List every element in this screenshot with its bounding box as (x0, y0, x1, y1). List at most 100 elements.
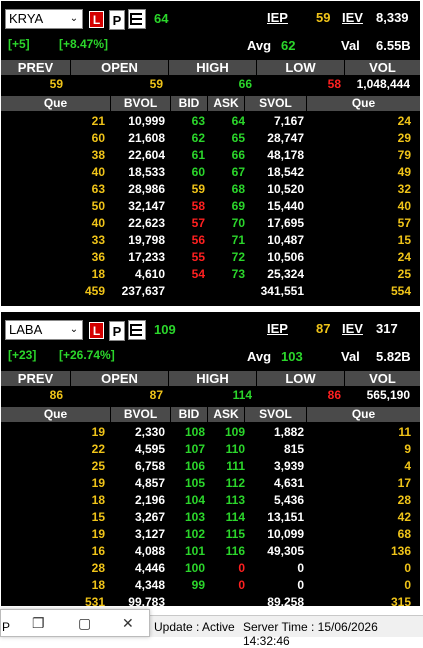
last-price: 109 (154, 322, 176, 337)
symbol-select[interactable]: LABA ⌄ (5, 320, 83, 340)
orderbook-row[interactable]: 18 2,196 104 113 5,436 28 (1, 492, 420, 509)
bid-cell: 60 (191, 165, 205, 179)
que-bid-cell: 28 (91, 561, 105, 575)
svol-cell: 1,882 (273, 425, 304, 439)
que-bid-cell: 36 (91, 250, 105, 264)
ask-cell: 114 (225, 510, 245, 524)
ask-cell: 115 (225, 527, 245, 541)
que-bid-cell: 19 (91, 527, 105, 541)
orderbook-row[interactable]: 28 4,446 100 0 0 0 (1, 560, 420, 577)
que-bid-cell: 18 (91, 578, 105, 592)
orderbook-row[interactable]: 60 21,608 62 65 28,747 29 (1, 130, 420, 147)
bvol-cell: 4,610 (134, 267, 165, 281)
status-bar: ❐ ▢ ✕ P Update : Active Server Time : 15… (0, 609, 423, 648)
orderbook-row[interactable]: 40 18,533 60 67 18,542 49 (1, 164, 420, 181)
ask-header: ASK (208, 96, 245, 111)
orderbook-row[interactable]: 33 19,798 56 71 10,487 15 (1, 232, 420, 249)
ask-cell: 66 (231, 148, 245, 162)
high-header: HIGH (169, 371, 257, 386)
que-ask-cell: 136 (390, 544, 411, 558)
orderbook-row[interactable]: 16 4,088 101 116 49,305 136 (1, 543, 420, 560)
taskbar-window-preview[interactable]: ❐ ▢ ✕ (0, 609, 150, 637)
orderbook-header: Que BVOL BID ASK SVOL Que (1, 407, 420, 422)
update-status: Update : Active (154, 620, 235, 634)
low-value: 86 (327, 388, 341, 402)
ask-cell: 70 (231, 216, 245, 230)
l-button[interactable]: L (89, 11, 104, 28)
summary-header: PREV OPEN HIGH LOW VOL (1, 60, 420, 75)
l-button[interactable]: L (89, 322, 104, 339)
close-icon[interactable]: ✕ (122, 615, 134, 632)
ask-cell: 0 (238, 578, 245, 592)
orderbook-icon[interactable] (128, 320, 146, 340)
orderbook-row[interactable]: 36 17,233 55 72 10,506 24 (1, 249, 420, 266)
bid-header: BID (171, 96, 208, 111)
orderbook-row[interactable]: 50 32,147 58 69 15,440 40 (1, 198, 420, 215)
bid-cell: 55 (191, 250, 205, 264)
svol-header: SVOL (245, 96, 307, 111)
orderbook-icon[interactable] (128, 9, 146, 29)
bvol-cell: 3,127 (134, 527, 165, 541)
chevron-down-icon[interactable]: ⌄ (68, 324, 80, 336)
que-bid-header: Que (1, 96, 111, 111)
p-button[interactable]: P (109, 10, 125, 30)
orderbook-row[interactable]: 40 22,623 57 70 17,695 57 (1, 215, 420, 232)
status-prefix: P (2, 620, 11, 634)
ask-cell: 109 (224, 425, 245, 439)
iev-label: IEV (342, 10, 363, 25)
ask-cell: 112 (225, 476, 245, 490)
p-button[interactable]: P (109, 321, 125, 341)
svol-cell: 3,939 (273, 459, 304, 473)
orderbook-row[interactable]: 22 4,595 107 110 815 9 (1, 441, 420, 458)
open-header: OPEN (71, 60, 169, 75)
bvol-cell: 3,267 (134, 510, 165, 524)
open-value: 59 (149, 77, 163, 91)
orderbook-row[interactable]: 19 4,857 105 112 4,631 17 (1, 475, 420, 492)
minimize-icon[interactable]: ▢ (78, 615, 91, 632)
svol-cell: 5,436 (273, 493, 304, 507)
bid-cell: 59 (191, 182, 205, 196)
svol-cell: 10,099 (267, 527, 304, 541)
que-ask-cell: 9 (404, 442, 411, 456)
orderbook-row[interactable]: 63 28,986 59 68 10,520 32 (1, 181, 420, 198)
bid-cell: 58 (191, 199, 205, 213)
que-bid-cell: 25 (91, 459, 105, 473)
restore-icon[interactable]: ❐ (32, 615, 45, 632)
val-label: Val (341, 349, 360, 364)
bid-cell: 62 (191, 131, 205, 145)
prev-value: 59 (49, 77, 63, 91)
orderbook-row[interactable]: 25 6,758 106 111 3,939 4 (1, 458, 420, 475)
ask-cell: 69 (231, 199, 245, 213)
svol-cell: 815 (283, 442, 304, 456)
bvol-cell: 10,999 (128, 114, 165, 128)
totals-row: 459 237,637 341,551 554 (1, 283, 420, 300)
orderbook-row[interactable]: 19 2,330 108 109 1,882 11 (1, 424, 420, 441)
summary-values: 59 59 66 58 1,048,444 (1, 76, 420, 92)
ask-cell: 68 (231, 182, 245, 196)
orderbook-row[interactable]: 38 22,604 61 66 48,178 79 (1, 147, 420, 164)
orderbook-row[interactable]: 18 4,348 99 0 0 0 (1, 577, 420, 594)
high-value: 66 (238, 77, 252, 91)
chevron-down-icon[interactable]: ⌄ (68, 13, 80, 25)
svol-header: SVOL (245, 407, 307, 422)
que-ask-cell: 79 (397, 148, 411, 162)
que-bid-cell: 18 (91, 493, 105, 507)
low-value: 58 (327, 77, 341, 91)
orderbook-row[interactable]: 18 4,610 54 73 25,324 25 (1, 266, 420, 283)
que-ask-cell: 42 (397, 510, 411, 524)
que-ask-cell: 4 (404, 459, 411, 473)
symbol-select[interactable]: KRYA ⌄ (5, 9, 83, 29)
val-label: Val (341, 38, 360, 53)
high-value: 114 (232, 388, 252, 402)
bvol-cell: 4,088 (134, 544, 165, 558)
ask-cell: 116 (225, 544, 245, 558)
change-value: [+23] (8, 348, 37, 362)
bvol-cell: 28,986 (128, 182, 165, 196)
orderbook-row[interactable]: 21 10,999 63 64 7,167 24 (1, 113, 420, 130)
que-ask-cell: 0 (404, 578, 411, 592)
orderbook-row[interactable]: 15 3,267 103 114 13,151 42 (1, 509, 420, 526)
bvol-cell: 2,196 (134, 493, 165, 507)
orderbook-row[interactable]: 19 3,127 102 115 10,099 68 (1, 526, 420, 543)
que-bid-cell: 40 (91, 165, 105, 179)
que-ask-cell: 15 (397, 233, 411, 247)
